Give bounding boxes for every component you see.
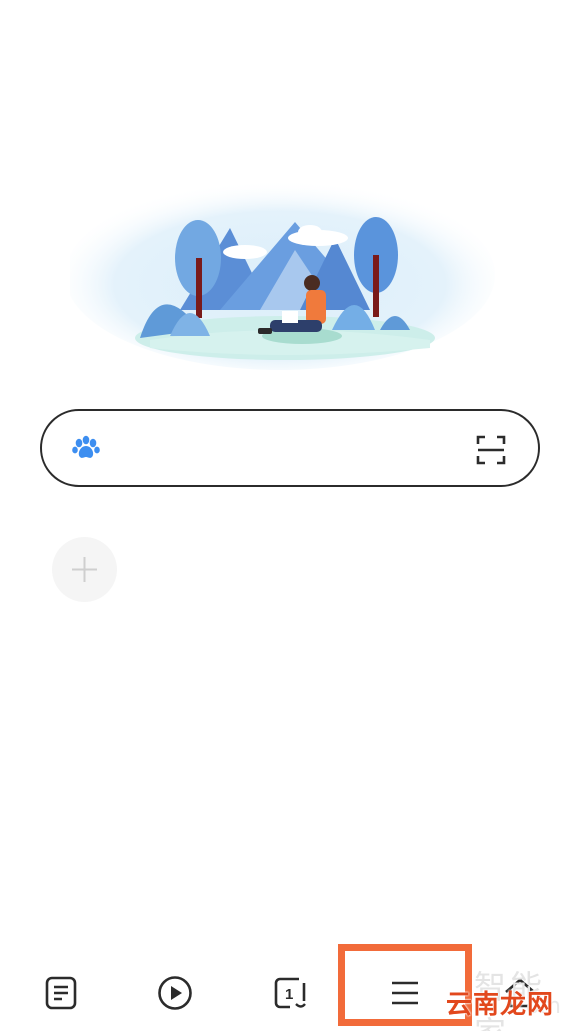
scan-icon[interactable]	[476, 435, 506, 465]
plus-icon	[72, 557, 97, 582]
watermark: 智能家 om 云南龙网	[444, 962, 580, 1031]
document-icon	[45, 976, 77, 1010]
hero-illustration	[70, 180, 500, 380]
nav-play-button[interactable]	[147, 967, 203, 1019]
play-icon	[158, 976, 192, 1010]
paw-icon[interactable]	[70, 432, 102, 464]
watermark-main-text: 云南龙网	[446, 990, 555, 1020]
tabs-count-icon: 1	[274, 977, 306, 1009]
nav-document-button[interactable]	[33, 967, 89, 1019]
nav-tabs-button[interactable]: 1	[262, 967, 318, 1019]
add-shortcut-button[interactable]	[52, 537, 117, 602]
search-bar[interactable]	[40, 409, 540, 487]
home-screen: 1 智能家 om 云南龙网	[0, 0, 580, 1031]
tab-count: 1	[285, 986, 293, 1003]
